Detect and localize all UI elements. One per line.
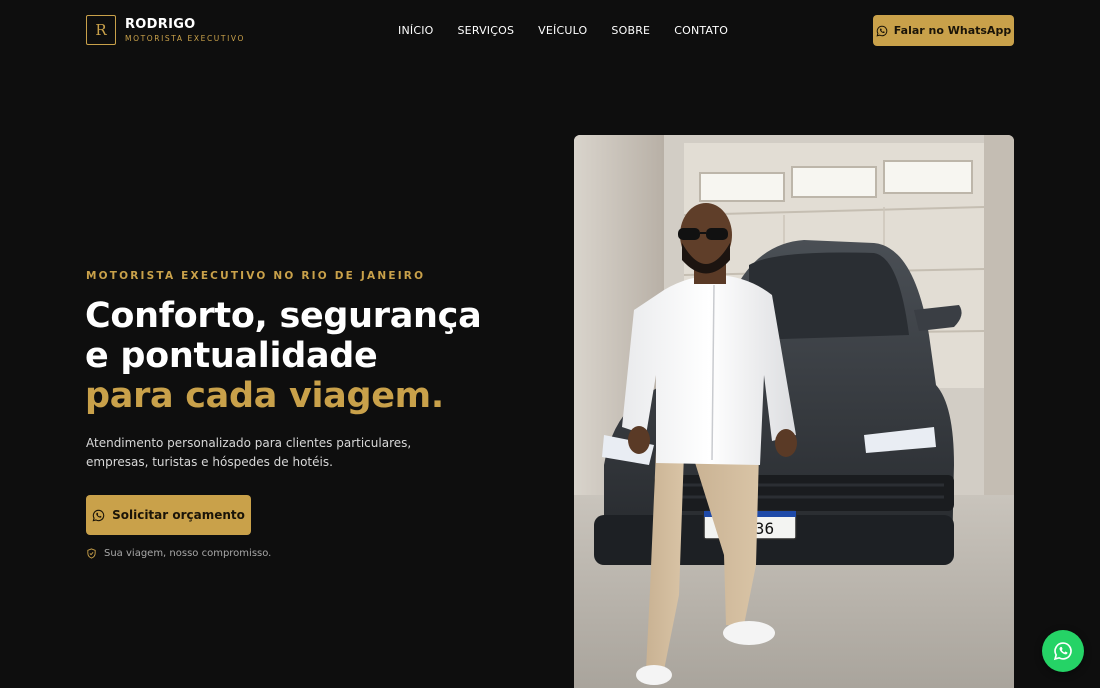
request-quote-label: Solicitar orçamento (112, 508, 245, 522)
nav-inicio[interactable]: INÍCIO (398, 24, 434, 37)
driver-with-car-image: T 036 (574, 135, 1014, 688)
nav-contato[interactable]: CONTATO (674, 24, 728, 37)
shield-check-icon (87, 548, 96, 559)
whatsapp-header-button[interactable]: Falar no WhatsApp (873, 15, 1014, 46)
brand-name: RODRIGO (125, 16, 196, 32)
description-line-2: empresas, turistas e hóspedes de hotéis. (86, 455, 333, 469)
brand-text: RODRIGO MOTORISTA EXECUTIVO (125, 18, 245, 43)
whatsapp-header-label: Falar no WhatsApp (893, 24, 1012, 37)
headline-line-1: Conforto, segurança (85, 296, 482, 336)
nav-sobre[interactable]: SOBRE (611, 24, 650, 37)
headline-line-2: e pontualidade (85, 336, 378, 376)
site-header: R RODRIGO MOTORISTA EXECUTIVO INÍCIO SER… (0, 0, 1100, 62)
nav-servicos[interactable]: SERVIÇOS (458, 24, 515, 37)
hero-tagline: Sua viagem, nosso compromisso. (86, 548, 271, 559)
tagline-text: Sua viagem, nosso compromisso. (104, 548, 272, 559)
hero-photo: T 036 (574, 135, 1014, 688)
request-quote-button[interactable]: Solicitar orçamento (86, 495, 251, 535)
brand-mark: R (86, 15, 116, 45)
headline-line-3: para cada viagem. (85, 376, 444, 416)
whatsapp-icon (92, 509, 105, 521)
whatsapp-icon (1053, 642, 1072, 661)
main-nav: INÍCIO SERVIÇOS VEÍCULO SOBRE CONTATO (398, 24, 752, 37)
whatsapp-icon (876, 25, 888, 36)
nav-veiculo[interactable]: VEÍCULO (538, 24, 587, 37)
brand-logo[interactable]: R RODRIGO MOTORISTA EXECUTIVO (86, 15, 245, 45)
description-line-1: Atendimento personalizado para clientes … (86, 436, 412, 450)
brand-subtitle: MOTORISTA EXECUTIVO (125, 33, 245, 43)
whatsapp-float-button[interactable] (1042, 630, 1084, 672)
hero-headline: Conforto, segurança e pontualidade para … (85, 296, 505, 416)
hero-description: Atendimento personalizado para clientes … (86, 434, 412, 472)
hero-eyebrow: MOTORISTA EXECUTIVO NO RIO DE JANEIRO (86, 270, 426, 282)
